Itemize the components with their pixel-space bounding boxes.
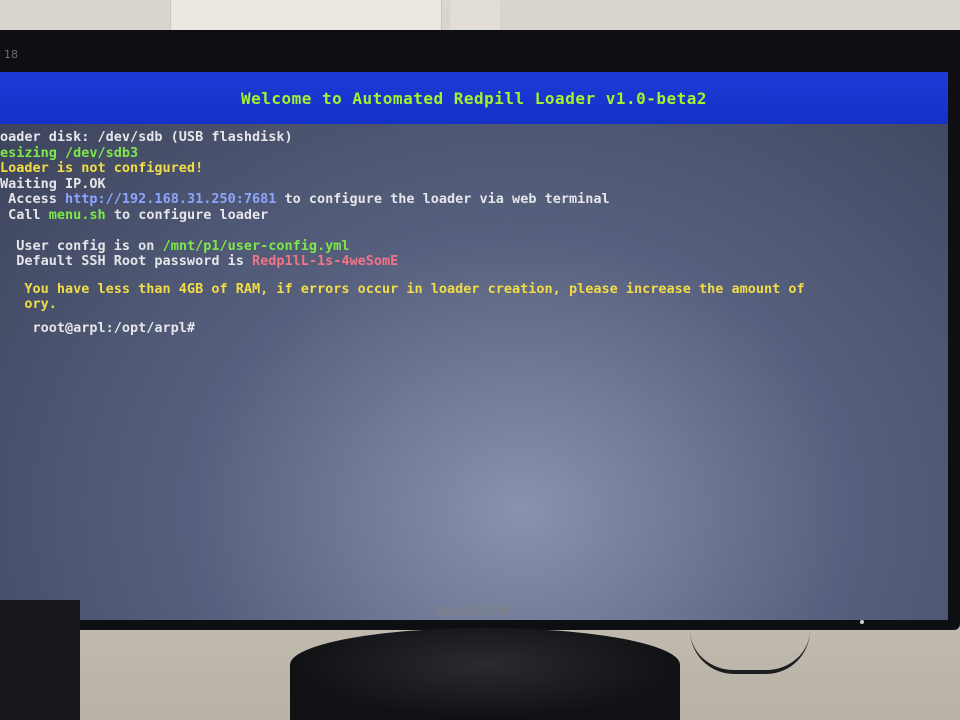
ssh-prefix: Default SSH Root password is [0, 253, 252, 269]
user-config-line: User config is on /mnt/p1/user-config.ym… [0, 237, 948, 255]
loader-disk-text: oader disk: /dev/sdb (USB flashdisk) [0, 129, 293, 145]
access-line: Access http://192.168.31.250:7681 to con… [0, 191, 948, 208]
title-bar: Welcome to Automated Redpill Loader v1.0… [0, 72, 948, 124]
access-suffix: to configure the loader via web terminal [276, 191, 610, 207]
loader-disk-line: oader disk: /dev/sdb (USB flashdisk) [0, 129, 948, 146]
ram-warning-line-1: You have less than 4GB of RAM, if errors… [0, 280, 948, 298]
access-prefix: Access [0, 191, 66, 207]
user-config-prefix: User config is on [0, 237, 163, 254]
user-config-path: /mnt/p1/user-config.yml [162, 237, 350, 254]
ssh-password-line: Default SSH Root password is Redp1lL-1s-… [0, 253, 948, 270]
ram-warning-line-2: ory. [0, 296, 948, 313]
terminal-screen[interactable]: Welcome to Automated Redpill Loader v1.0… [0, 72, 948, 620]
call-suffix: to configure loader [105, 206, 269, 223]
monitor-model-label: 18 [4, 48, 18, 61]
resizing-line: esizing /dev/sdb3 [0, 144, 948, 162]
wall-socket [450, 0, 500, 30]
waiting-ip-text: Waiting IP.OK [0, 175, 106, 192]
waiting-ip-line: Waiting IP.OK [0, 175, 948, 193]
web-terminal-url[interactable]: http://192.168.31.250:7681 [65, 191, 276, 207]
call-line: Call menu.sh to configure loader [0, 206, 948, 224]
not-configured-line: Loader is not configured! [0, 160, 948, 177]
resizing-text: esizing /dev/sdb3 [0, 144, 139, 161]
cable [690, 630, 810, 674]
monitor-stand [290, 628, 680, 720]
ssh-password: Redp1lL-1s-4weSomE [251, 253, 399, 269]
monitor: 18 Welcome to Automated Redpill Loader v… [0, 30, 960, 630]
shell-prompt[interactable]: root@arpl:/opt/arpl# [0, 319, 948, 337]
ram-warning-text-2: ory. [0, 296, 57, 312]
power-led [860, 620, 864, 624]
not-configured-text: Loader is not configured! [0, 160, 204, 176]
call-prefix: Call [0, 206, 49, 223]
prompt-text: root@arpl:/opt/arpl# [0, 319, 196, 336]
monitor-brand-logo: WASCOM [437, 604, 511, 618]
menu-command: menu.sh [48, 206, 106, 223]
loader-title: Welcome to Automated Redpill Loader v1.0… [240, 88, 708, 108]
desk-object [0, 600, 80, 720]
terminal-output: oader disk: /dev/sdb (USB flashdisk) esi… [0, 129, 948, 337]
ram-warning-text-1: You have less than 4GB of RAM, if errors… [0, 280, 805, 297]
